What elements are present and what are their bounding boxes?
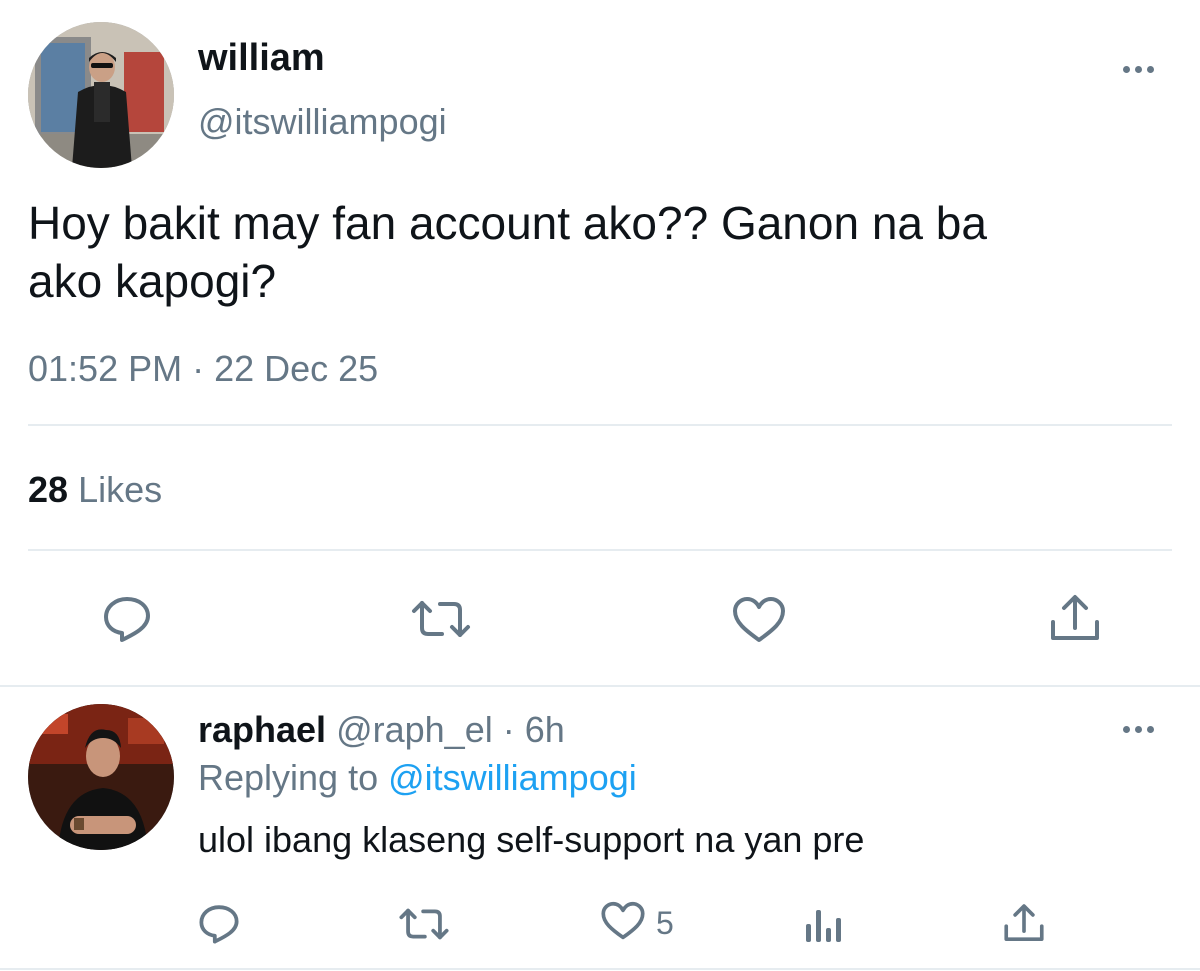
divider <box>0 685 1200 687</box>
divider <box>0 968 1200 970</box>
likes-label: Likes <box>78 469 163 510</box>
like-icon[interactable] <box>731 596 787 644</box>
author-avatar[interactable] <box>28 22 174 168</box>
reply-like-icon <box>600 901 646 946</box>
more-options-icon[interactable] <box>1123 66 1154 73</box>
reply-share-icon[interactable] <box>1003 902 1045 944</box>
reply-like-button[interactable]: 5 <box>600 901 674 946</box>
replying-to: Replying to @itswilliampogi <box>198 756 637 800</box>
author-avatar-photo <box>28 22 174 168</box>
reply-reply-icon[interactable] <box>198 904 240 944</box>
reply-retweet-icon[interactable] <box>398 906 450 942</box>
tweet-text-line: Hoy bakit may fan account ako?? Ganon na… <box>28 197 987 249</box>
reply-handle[interactable]: @raph_el <box>336 709 493 750</box>
share-icon[interactable] <box>1049 594 1101 642</box>
likes-count: 28 <box>28 469 69 510</box>
tweet-text: Hoy bakit may fan account ako?? Ganon na… <box>28 194 1178 310</box>
retweet-icon[interactable] <box>410 598 472 640</box>
reply-more-options-icon[interactable] <box>1123 726 1154 733</box>
replying-to-label: Replying to <box>198 757 379 798</box>
reply-header: raphael @raph_el · 6h <box>198 708 565 752</box>
divider <box>28 549 1172 551</box>
tweet-timestamp[interactable]: 01:52 PM · 22 Dec 25 <box>28 347 378 391</box>
reply-display-name[interactable]: raphael <box>198 709 326 750</box>
replying-to-handle[interactable]: @itswilliampogi <box>388 757 637 798</box>
reply-author-avatar[interactable] <box>28 704 174 850</box>
analytics-icon[interactable] <box>804 904 842 944</box>
tweet-text-line: ako kapogi? <box>28 255 277 307</box>
reply-author-avatar-photo <box>28 704 174 850</box>
reply-text: ulol ibang klaseng self-support na yan p… <box>198 819 865 860</box>
likes-stat[interactable]: 28 Likes <box>28 468 162 512</box>
author-display-name[interactable]: william <box>198 36 325 80</box>
divider <box>28 424 1172 426</box>
reply-like-count: 5 <box>656 905 674 941</box>
author-handle[interactable]: @itswilliampogi <box>198 100 447 144</box>
reply-icon[interactable] <box>102 596 152 642</box>
reply-age: · 6h <box>502 709 565 750</box>
